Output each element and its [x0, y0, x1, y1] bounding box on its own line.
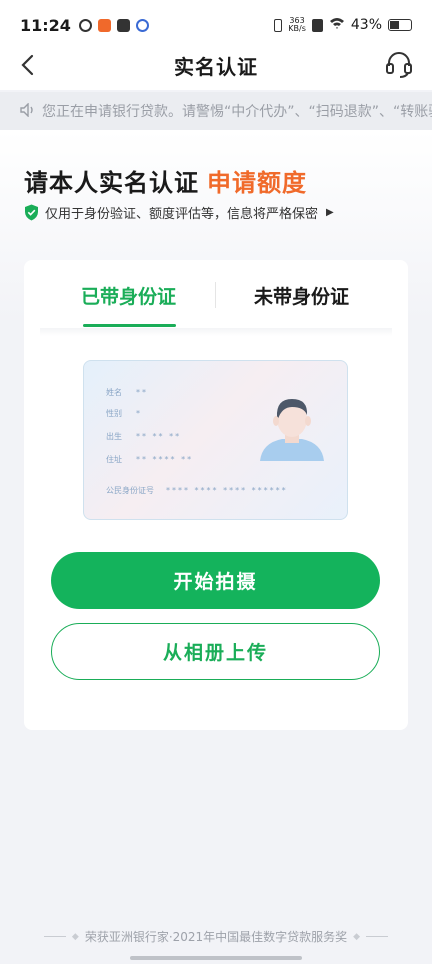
start-capture-button[interactable]: 开始拍摄: [51, 552, 380, 609]
nav-bar: 实名认证: [0, 40, 432, 90]
award-footer: ◆ 荣获亚洲银行家·2021年中国最佳数字贷款服务奖 ◆: [0, 928, 432, 945]
gear-notification-icon: [135, 18, 149, 32]
id-address-label: 住址: [106, 455, 122, 464]
id-address-value: ** **** **: [136, 455, 194, 464]
tab-shadow: [40, 328, 392, 336]
hero-title-main: 请本人实名认证: [24, 169, 199, 197]
net-speed: 363 KB/s: [288, 17, 306, 33]
shield-check-icon: [24, 204, 39, 221]
id-birth-row: 出生 ** ** **: [106, 431, 181, 442]
id-gender-row: 性别 *: [106, 408, 142, 419]
tab-active-indicator: [83, 324, 176, 327]
id-tabs: 已带身份证 未带身份证: [24, 260, 408, 330]
wifi-icon: [329, 17, 345, 33]
diamond-icon: ◆: [71, 931, 79, 942]
id-number-label: 公民身份证号: [106, 486, 154, 495]
id-number-value: **** **** **** ******: [166, 486, 288, 495]
status-time: 11:24: [20, 15, 71, 35]
footer-divider-left: [43, 936, 66, 937]
id-birth-label: 出生: [106, 432, 122, 441]
id-number-row: 公民身份证号 **** **** **** ******: [106, 485, 288, 496]
upload-from-album-button[interactable]: 从相册上传: [51, 623, 380, 680]
id-name-label: 姓名: [106, 388, 122, 397]
headset-icon[interactable]: [384, 50, 414, 80]
home-indicator[interactable]: [130, 956, 302, 960]
tab-has-id-card[interactable]: 已带身份证: [81, 282, 176, 309]
id-gender-label: 性别: [106, 409, 122, 418]
tab-divider: [215, 282, 216, 308]
battery-icon: [388, 19, 412, 31]
tab-no-id-card[interactable]: 未带身份证: [254, 282, 349, 309]
page-title: 实名认证: [174, 54, 258, 79]
person-avatar-icon: [256, 387, 328, 461]
speaker-icon: [20, 101, 36, 121]
id-birth-value: ** ** **: [136, 432, 182, 441]
notice-bar: 您正在申请银行贷款。请警惕“中介代办”、“扫码退款”、“转账验证”: [0, 92, 432, 130]
battery-percent: 43%: [350, 17, 382, 33]
id-address-row: 住址 ** **** **: [106, 454, 193, 465]
id-card-illustration: 姓名 ** 性别 * 出生 ** ** ** 住址 ** **** ** 公民身份证号 *…: [83, 360, 348, 520]
id-verify-card: 已带身份证 未带身份证 姓名 ** 性别 * 出生 ** ** ** 住址 ** ***…: [24, 260, 408, 730]
id-name-row: 姓名 **: [106, 387, 148, 398]
app-badge-icon: [97, 18, 111, 32]
diamond-icon: ◆: [353, 931, 361, 942]
hero-title-accent: 申请额度: [207, 169, 307, 197]
footer-divider-right: [366, 936, 389, 937]
mail-icon: [116, 18, 130, 32]
chevron-left-icon[interactable]: [14, 52, 40, 78]
vibrate-icon: [274, 18, 283, 32]
id-gender-value: *: [136, 409, 142, 418]
hero-title: 请本人实名认证 申请额度: [24, 163, 307, 198]
award-text: 荣获亚洲银行家·2021年中国最佳数字贷款服务奖: [84, 930, 348, 944]
notice-text: 您正在申请银行贷款。请警惕“中介代办”、“扫码退款”、“转账验证”: [42, 104, 432, 120]
privacy-note[interactable]: 仅用于身份验证、额度评估等，信息将严格保密 ▶: [24, 203, 334, 222]
net-speed-unit: KB/s: [288, 24, 306, 33]
privacy-note-text: 仅用于身份验证、额度评估等，信息将严格保密: [45, 207, 319, 222]
triangle-right-icon: ▶: [326, 207, 334, 218]
sim-icon: [311, 18, 323, 32]
app-notification-icon: [78, 18, 92, 32]
id-name-value: **: [136, 388, 148, 397]
